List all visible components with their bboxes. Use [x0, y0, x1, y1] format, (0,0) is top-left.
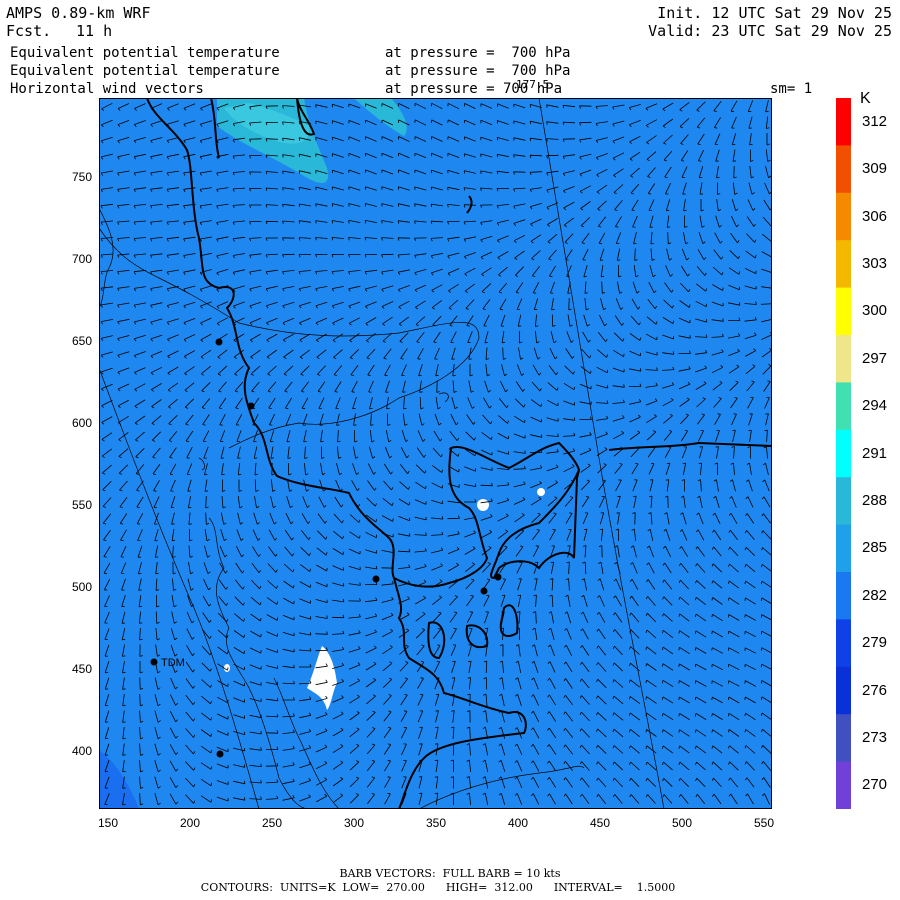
colorbar — [836, 98, 851, 809]
y-tick-400: 400 — [71, 744, 92, 758]
forecast-label: Fcst. — [6, 22, 52, 40]
x-tick-550: 550 — [753, 816, 775, 830]
station-dot — [215, 338, 223, 346]
y-tick-600: 600 — [71, 416, 92, 430]
colorbar-label: 303 — [862, 254, 888, 272]
x-tick-350: 350 — [425, 816, 447, 830]
colorbar-swatch — [836, 666, 851, 715]
colorbar-swatch — [836, 761, 851, 809]
x-tick-150: 150 — [97, 816, 119, 830]
colorbar-label: 297 — [862, 349, 888, 367]
colorbar-label: 270 — [862, 776, 888, 794]
colorbar-swatch — [836, 98, 851, 146]
contour-label: 177.5 — [516, 78, 550, 91]
valid-time: Valid: 23 UTC Sat 29 Nov 25 — [648, 22, 892, 40]
station-dot — [150, 658, 158, 666]
colorbar-swatch — [836, 572, 851, 620]
model-title: AMPS 0.89-km WRF — [6, 4, 151, 22]
x-tick-200: 200 — [179, 816, 201, 830]
field-1-name: Equivalent potential temperature — [10, 45, 280, 61]
field-2-name: Equivalent potential temperature — [10, 63, 280, 79]
x-tick-300: 300 — [343, 816, 365, 830]
missing-area-4 — [224, 664, 230, 672]
colorbar-unit: K — [860, 90, 871, 107]
colorbar-swatch — [836, 477, 851, 526]
missing-area-2 — [477, 499, 489, 511]
colorbar-label: 306 — [862, 207, 888, 225]
station-label: TDM — [161, 657, 185, 669]
x-tick-500: 500 — [671, 816, 693, 830]
y-tick-450: 450 — [71, 662, 92, 676]
station-dot — [216, 750, 224, 758]
colorbar-label: 300 — [862, 302, 888, 320]
init-time: Init. 12 UTC Sat 29 Nov 25 — [657, 4, 892, 22]
station-dot — [480, 587, 488, 595]
colorbar-swatch — [836, 145, 851, 194]
station-dot — [372, 575, 380, 583]
y-tick-750: 750 — [71, 170, 92, 184]
colorbar-swatch — [836, 335, 851, 383]
footer-barbs: BARB VECTORS: FULL BARB = 10 kts — [339, 867, 561, 880]
colorbar-label: 309 — [862, 160, 888, 178]
colorbar-swatch — [836, 429, 851, 478]
y-tick-650: 650 — [71, 334, 92, 348]
missing-area-3 — [537, 488, 545, 496]
colorbar-label: 279 — [862, 634, 888, 652]
forecast-value: 11 h — [76, 22, 113, 40]
colorbar-label: 312 — [862, 112, 888, 130]
colorbar-swatch — [836, 619, 851, 668]
field-3-name: Horizontal wind vectors — [10, 81, 204, 97]
y-tick-550: 550 — [71, 498, 92, 512]
colorbar-label: 276 — [862, 681, 888, 699]
x-tick-250: 250 — [261, 816, 283, 830]
smoothing-label: sm= 1 — [770, 81, 813, 97]
colorbar-swatch — [836, 192, 851, 241]
colorbar-label: 282 — [862, 586, 888, 604]
colorbar-swatch — [836, 240, 851, 289]
footer-contours: CONTOURS: UNITS=K LOW= 270.00 HIGH= 312.… — [200, 881, 676, 894]
colorbar-swatch — [836, 714, 851, 763]
colorbar-label: 273 — [862, 728, 888, 746]
station-dot — [494, 573, 502, 581]
colorbar-label: 285 — [862, 539, 888, 557]
colorbar-swatch — [836, 287, 851, 336]
colorbar-swatch — [836, 382, 851, 431]
field-1-pressure: at pressure = 700 hPa — [385, 45, 571, 61]
colorbar-label: 291 — [862, 444, 888, 462]
y-tick-700: 700 — [71, 252, 92, 266]
colorbar-label: 294 — [862, 397, 888, 415]
colorbar-swatch — [836, 524, 851, 573]
map-plot: TDM — [99, 98, 772, 809]
y-tick-500: 500 — [71, 580, 92, 594]
x-tick-400: 400 — [507, 816, 529, 830]
station-dot — [247, 402, 255, 410]
x-tick-450: 450 — [589, 816, 611, 830]
colorbar-label: 288 — [862, 491, 888, 509]
